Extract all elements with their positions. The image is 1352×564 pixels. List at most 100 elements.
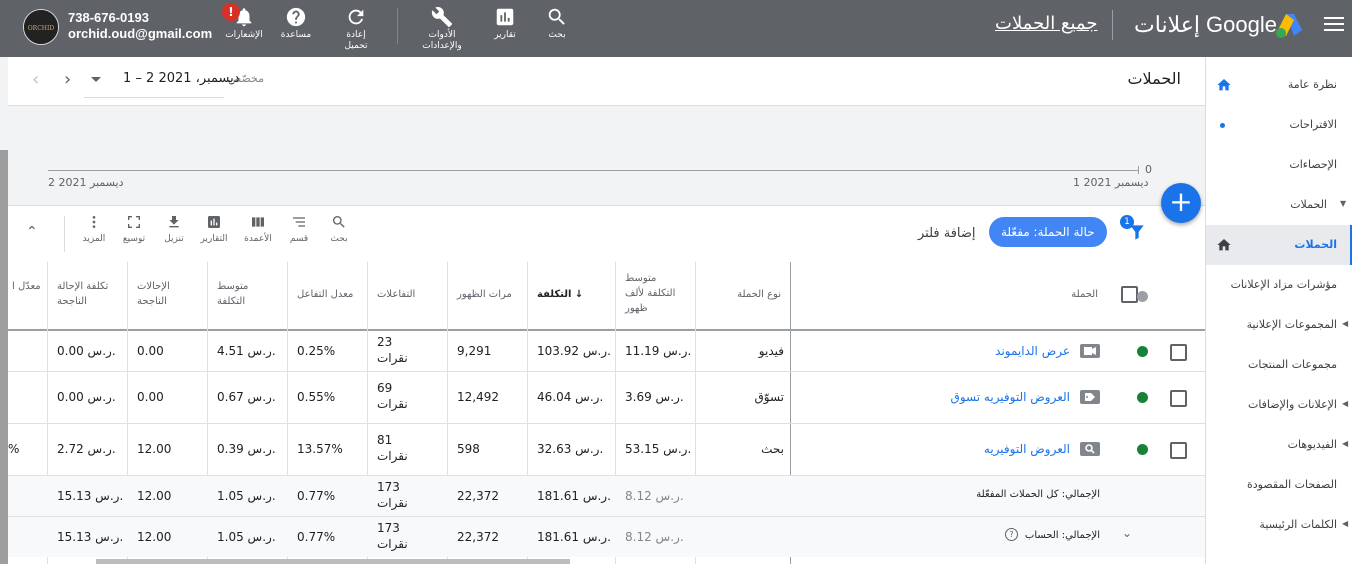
nav-item-overview[interactable]: نظرة عامة (1288, 65, 1337, 105)
collapse-arrow-icon: ◀ (1342, 319, 1349, 328)
nav-label: الاقتراحات (1289, 118, 1337, 131)
add-campaign-fab-button[interactable]: + (1161, 183, 1201, 223)
nav-label: الحملات (1290, 198, 1327, 211)
row-checkbox[interactable] (1170, 442, 1187, 459)
total-avg-cost: 1.05 ر.س. (217, 489, 276, 503)
row-checkbox[interactable] (1170, 390, 1187, 407)
total-avg-cpm: 8.12 ر.س. (625, 489, 684, 503)
horizontal-scrollbar[interactable] (96, 559, 570, 564)
date-range-picker[interactable]: 1 – 2 ديسمبر، 2021 (123, 71, 240, 86)
col-header-conv-rate[interactable]: معدّل ا (8, 262, 47, 329)
previous-period-chevron-icon[interactable]: ‹ (32, 69, 39, 90)
campaign-name-link[interactable]: العروض التوفيريه تسوق (888, 390, 1070, 404)
more-button[interactable]: المزيد (80, 214, 108, 244)
nav-label: الفيديوهات (1287, 438, 1337, 451)
expand-chevron-icon[interactable]: ⌄ (1122, 526, 1132, 540)
segment-button[interactable]: قسم (286, 214, 312, 244)
col-header-cost[interactable]: التكلفة ↓ (527, 262, 615, 329)
nav-item-recommendations[interactable]: الاقتراحات (1289, 105, 1337, 145)
campaign-name-link[interactable]: عرض الدايموند (908, 344, 1070, 358)
total-impressions: 22,372 (457, 489, 499, 503)
bar-chart-icon (208, 216, 220, 228)
nav-item-campaigns[interactable]: الحملات (1294, 225, 1337, 265)
impressions-cell: 598 (457, 442, 480, 456)
collapse-chevron-icon[interactable]: ⌃ (26, 224, 38, 240)
campaign-name-link[interactable]: العروض التوفيريه (908, 442, 1070, 456)
table-toolbar: ⌃ المزيد توسيع تنزيل التقارير الأعمدة قس… (8, 205, 1205, 263)
col-header-cost-per-conv[interactable]: تكلفة الإحالة الناجحة (47, 262, 127, 329)
nav-item-ads-extensions[interactable]: الإعلانات والإضافات (1248, 385, 1337, 425)
col-header-impressions-label: مرات الظهور (457, 289, 512, 300)
next-period-chevron-icon[interactable]: › (64, 69, 71, 90)
brand-title: إعلانات Google (1134, 12, 1277, 37)
nav-label: مؤشرات مزاد الإعلانات (1230, 278, 1337, 291)
cost-cell: 46.04 ر.س. (537, 390, 604, 404)
total-avg-cpm: 8.12 ر.س. (625, 530, 684, 544)
col-header-avg-cpm[interactable]: متوسط التكلفة لألف ظهور (615, 262, 695, 329)
col-header-type[interactable]: نوع الحملة (695, 262, 791, 329)
add-filter-button[interactable]: إضافة فلتر (918, 226, 976, 241)
nav-item-videos[interactable]: الفيديوهات (1288, 425, 1337, 465)
col-header-conversions[interactable]: الإحالات الناجحة (127, 262, 207, 329)
tools-settings-button[interactable]: الأدوات والإعدادات (420, 6, 464, 52)
total-interaction-rate: 0.77% (297, 489, 336, 503)
reports-button[interactable]: تقارير (490, 6, 520, 41)
col-header-avg-cost[interactable]: متوسط التكلفة (207, 262, 287, 329)
help-button[interactable]: مساعدة (280, 6, 312, 41)
cost-per-conv-cell: 0.00 ر.س. (57, 344, 116, 358)
select-all-checkbox[interactable] (1121, 286, 1138, 303)
sort-down-arrow-icon: ↓ (574, 289, 584, 300)
search-button[interactable]: بحث (543, 6, 571, 41)
svg-text:ORCHID: ORCHID (28, 25, 55, 32)
col-header-interaction-rate[interactable]: معدل التفاعل (287, 262, 367, 329)
row-checkbox[interactable] (1170, 344, 1187, 361)
columns-label: الأعمدة (244, 234, 272, 244)
all-campaigns-link[interactable]: جميع الحملات (995, 13, 1097, 34)
columns-icon (252, 217, 264, 227)
col-header-campaign[interactable]: الحملة (791, 262, 1108, 329)
date-underline (84, 97, 224, 98)
expand-button[interactable]: توسيع (120, 214, 148, 244)
refresh-button[interactable]: إعادة تحميل (334, 6, 378, 52)
nav-item-insights[interactable]: الإحصاءات (1289, 145, 1337, 185)
account-info[interactable]: 738-676-0193 orchid.oud@gmail.com (68, 10, 212, 42)
account-avatar[interactable]: ORCHID (23, 9, 59, 45)
date-dropdown-icon[interactable] (91, 77, 101, 82)
nav-item-landing-pages[interactable]: الصفحات المقصودة (1247, 465, 1337, 505)
reports-tool-label: التقارير (200, 234, 228, 244)
col-header-interactions-label: التفاعلات (377, 289, 416, 300)
toolbar-divider (64, 216, 65, 252)
nav-item-ad-groups[interactable]: المجموعات الإعلانية (1247, 305, 1337, 345)
conversions-cell: 0.00 (137, 344, 164, 358)
download-button[interactable]: تنزيل (160, 214, 188, 244)
menu-icon[interactable] (1324, 16, 1344, 32)
col-header-interaction-rate-label: معدل التفاعل (297, 289, 354, 300)
col-header-impressions[interactable]: مرات الظهور (447, 262, 527, 329)
col-header-interactions[interactable]: التفاعلات (367, 262, 447, 329)
cost-per-conv-cell: 2.72 ر.س. (57, 442, 116, 456)
col-header-avg-cost-label: متوسط التكلفة (217, 281, 249, 307)
download-icon (169, 216, 179, 228)
columns-button[interactable]: الأعمدة (242, 214, 274, 244)
help-circle-icon[interactable]: ? (1005, 528, 1018, 541)
total-interactions-unit: نقرات (377, 537, 408, 551)
col-header-cost-per-conv-label: تكلفة الإحالة الناجحة (57, 281, 109, 307)
table-search-button[interactable]: بحث (326, 214, 352, 244)
conversions-cell: 0.00 (137, 390, 164, 404)
nav-item-auction-insights[interactable]: مؤشرات مزاد الإعلانات (1231, 265, 1337, 305)
search-icon (333, 216, 345, 228)
notifications-label: الإشعارات (225, 30, 263, 40)
recommendations-dot (1220, 123, 1225, 128)
total-label: الإجمالي: كل الحملات المفعّلة (976, 489, 1100, 500)
nav-item-campaigns-group[interactable]: الحملات (1290, 185, 1327, 225)
nav-item-product-groups[interactable]: مجموعات المنتجات (1248, 345, 1337, 385)
avg-cost-cell: 4.51 ر.س. (217, 344, 276, 358)
more-vert-icon (92, 216, 96, 228)
reports-tool-button[interactable]: التقارير (198, 214, 230, 244)
segment-label: قسم (289, 234, 309, 244)
nav-item-keywords[interactable]: الكلمات الرئيسية (1259, 505, 1337, 545)
campaign-status-filter-chip[interactable]: حالة الحملة: مفعّلة (989, 217, 1107, 247)
status-enabled-dot (1137, 392, 1148, 403)
tools-label-line2: والإعدادات (422, 41, 462, 51)
interactions-unit: نقرات (377, 351, 408, 365)
